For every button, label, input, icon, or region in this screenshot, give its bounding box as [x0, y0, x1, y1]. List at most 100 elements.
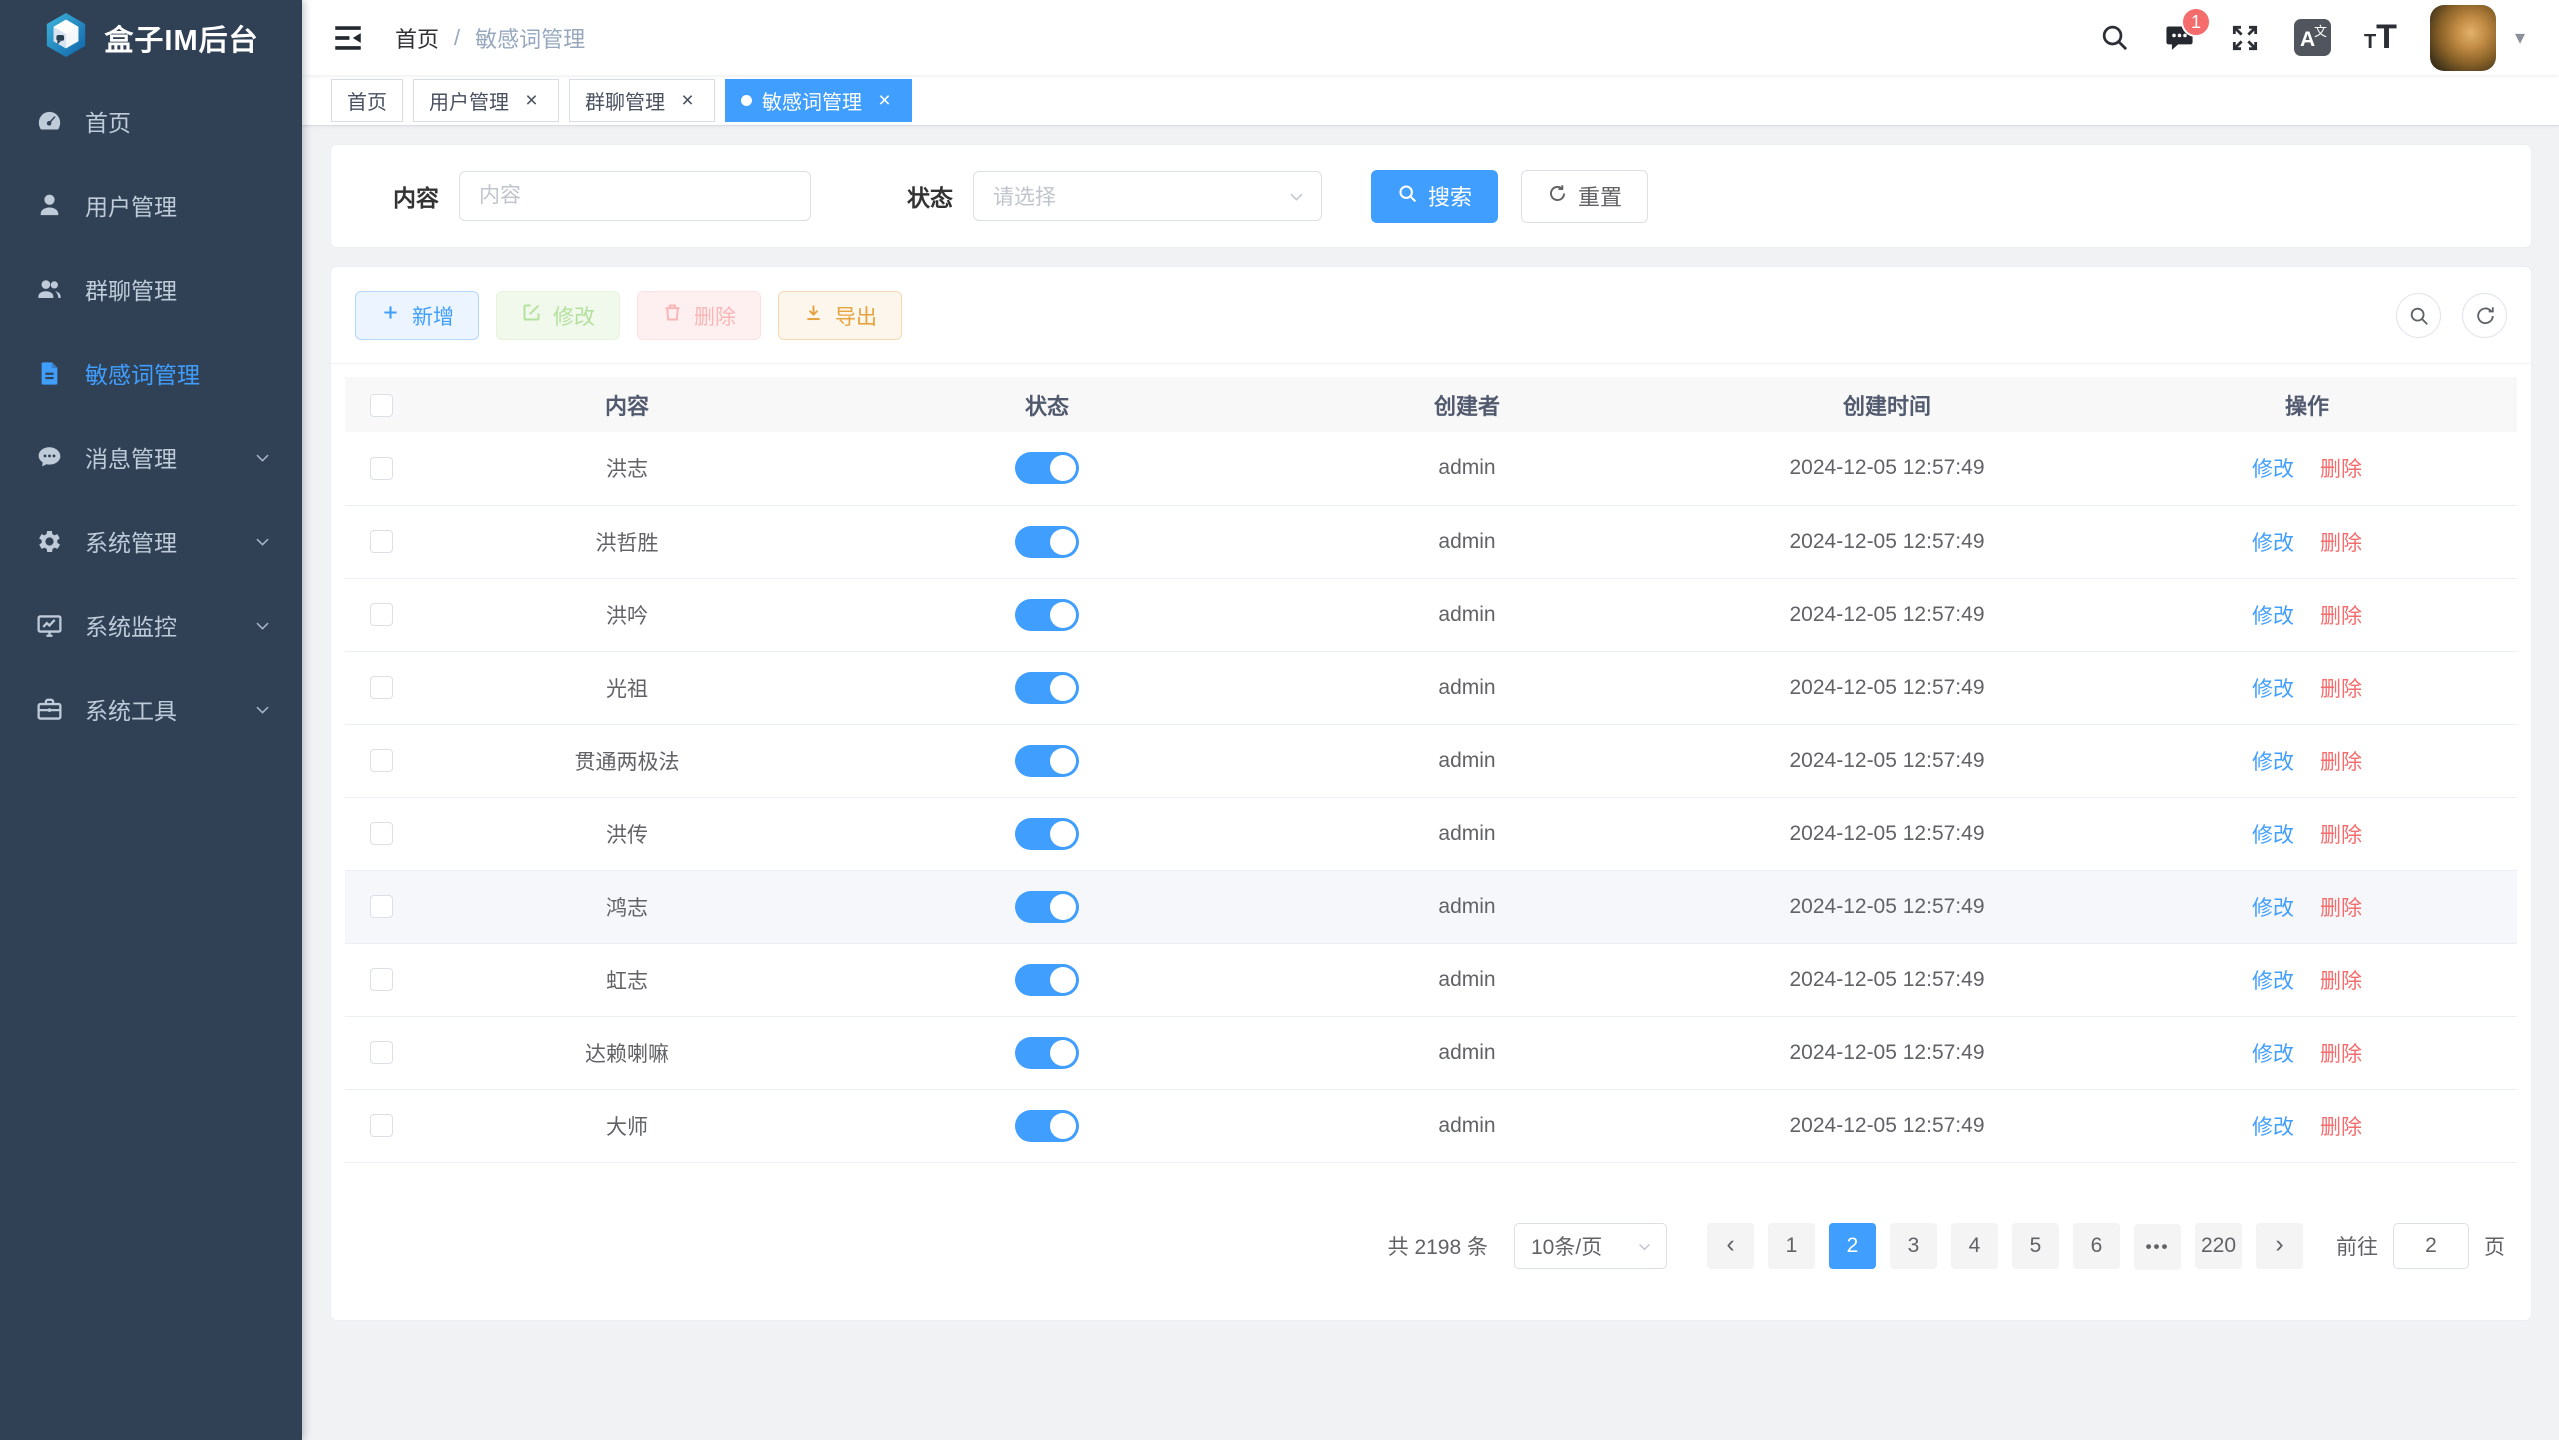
- sidebar-item-system-monitor[interactable]: 系统监控: [0, 583, 302, 667]
- users-icon: [34, 274, 64, 304]
- row-checkbox[interactable]: [370, 676, 393, 699]
- row-delete-link[interactable]: 删除: [2320, 458, 2362, 481]
- row-delete-link[interactable]: 删除: [2320, 1116, 2362, 1139]
- export-button[interactable]: 导出: [778, 291, 902, 340]
- status-toggle[interactable]: [1015, 818, 1079, 850]
- main-area: 首页 / 敏感词管理 1: [302, 0, 2559, 1440]
- status-toggle[interactable]: [1015, 599, 1079, 631]
- row-edit-link[interactable]: 修改: [2252, 897, 2294, 920]
- status-toggle[interactable]: [1015, 964, 1079, 996]
- row-checkbox[interactable]: [370, 457, 393, 480]
- reset-button[interactable]: 重置: [1521, 170, 1648, 223]
- close-icon[interactable]: ×: [676, 89, 699, 112]
- row-edit-link[interactable]: 修改: [2252, 458, 2294, 481]
- row-delete-link[interactable]: 删除: [2320, 897, 2362, 920]
- app-logo[interactable]: 盒子IM后台: [0, 0, 302, 75]
- row-delete-link[interactable]: 删除: [2320, 1043, 2362, 1066]
- status-toggle[interactable]: [1015, 526, 1079, 558]
- breadcrumb-home[interactable]: 首页: [395, 22, 439, 54]
- status-toggle[interactable]: [1015, 1110, 1079, 1142]
- page-button[interactable]: 6: [2073, 1223, 2120, 1269]
- sidebar-item-label: 系统监控: [85, 608, 177, 642]
- page-button[interactable]: 4: [1951, 1223, 1998, 1269]
- page-size-select[interactable]: 10条/页: [1514, 1223, 1667, 1269]
- add-button[interactable]: 新增: [355, 291, 479, 340]
- row-edit-link[interactable]: 修改: [2252, 605, 2294, 628]
- caret-down-icon[interactable]: ▾: [2515, 25, 2525, 50]
- status-select[interactable]: 请选择: [973, 171, 1322, 221]
- tab-home[interactable]: 首页: [331, 79, 403, 122]
- search-icon[interactable]: [2099, 22, 2130, 53]
- page-button[interactable]: 3: [1890, 1223, 1937, 1269]
- status-toggle[interactable]: [1015, 891, 1079, 923]
- prev-page-button[interactable]: ‹: [1707, 1223, 1754, 1269]
- delete-button[interactable]: 删除: [637, 291, 761, 340]
- row-edit-link[interactable]: 修改: [2252, 532, 2294, 555]
- row-delete-link[interactable]: 删除: [2320, 605, 2362, 628]
- sidebar-item-system-tools[interactable]: 系统工具: [0, 667, 302, 751]
- row-edit-link[interactable]: 修改: [2252, 751, 2294, 774]
- close-icon[interactable]: ×: [873, 89, 896, 112]
- cell-creator: admin: [1257, 870, 1677, 943]
- refresh-table-icon[interactable]: [2462, 293, 2507, 338]
- tab-user-management[interactable]: 用户管理×: [413, 79, 559, 122]
- show-search-icon[interactable]: [2396, 293, 2441, 338]
- next-page-button[interactable]: ›: [2256, 1223, 2303, 1269]
- row-delete-link[interactable]: 删除: [2320, 970, 2362, 993]
- page-button[interactable]: 5: [2012, 1223, 2059, 1269]
- language-icon[interactable]: A 文: [2294, 19, 2331, 56]
- fullscreen-icon[interactable]: [2229, 22, 2261, 54]
- row-edit-link[interactable]: 修改: [2252, 970, 2294, 993]
- row-checkbox[interactable]: [370, 603, 393, 626]
- tab-sensitive-words[interactable]: 敏感词管理×: [725, 79, 912, 122]
- cell-content: 洪志: [417, 432, 837, 505]
- sidebar-item-sensitive-words[interactable]: 敏感词管理: [0, 331, 302, 415]
- row-delete-link[interactable]: 删除: [2320, 751, 2362, 774]
- status-toggle[interactable]: [1015, 452, 1079, 484]
- row-checkbox[interactable]: [370, 1114, 393, 1137]
- row-checkbox[interactable]: [370, 822, 393, 845]
- row-delete-link[interactable]: 删除: [2320, 824, 2362, 847]
- row-edit-link[interactable]: 修改: [2252, 1116, 2294, 1139]
- avatar[interactable]: [2430, 5, 2496, 71]
- sidebar-item-group-chat-management[interactable]: 群聊管理: [0, 247, 302, 331]
- goto-page-input[interactable]: [2393, 1223, 2469, 1269]
- row-edit-link[interactable]: 修改: [2252, 824, 2294, 847]
- page-button[interactable]: 2: [1829, 1223, 1876, 1269]
- status-label: 状态: [907, 179, 953, 213]
- status-toggle[interactable]: [1015, 672, 1079, 704]
- row-checkbox[interactable]: [370, 1041, 393, 1064]
- font-size-icon[interactable]: TT: [2364, 23, 2397, 52]
- tab-group-chat-management[interactable]: 群聊管理×: [569, 79, 715, 122]
- page-button[interactable]: 1: [1768, 1223, 1815, 1269]
- top-navbar: 首页 / 敏感词管理 1: [302, 0, 2559, 75]
- message-icon[interactable]: 1: [2163, 21, 2196, 54]
- page-ellipsis-button[interactable]: •••: [2134, 1224, 2181, 1270]
- sidebar-collapse-icon[interactable]: [331, 21, 365, 55]
- row-checkbox[interactable]: [370, 895, 393, 918]
- row-delete-link[interactable]: 删除: [2320, 678, 2362, 701]
- content-input[interactable]: [459, 171, 811, 221]
- filter-card: 内容 状态 请选择: [330, 144, 2532, 248]
- page-button[interactable]: 220: [2195, 1223, 2242, 1269]
- row-edit-link[interactable]: 修改: [2252, 678, 2294, 701]
- edit-button[interactable]: 修改: [496, 291, 620, 340]
- close-icon[interactable]: ×: [520, 89, 543, 112]
- sidebar-item-system-management[interactable]: 系统管理: [0, 499, 302, 583]
- status-toggle[interactable]: [1015, 1037, 1079, 1069]
- sidebar-item-message-management[interactable]: 消息管理: [0, 415, 302, 499]
- row-delete-link[interactable]: 删除: [2320, 532, 2362, 555]
- select-all-checkbox[interactable]: [370, 394, 393, 417]
- search-button[interactable]: 搜索: [1371, 170, 1498, 223]
- sidebar-item-home[interactable]: 首页: [0, 79, 302, 163]
- status-toggle[interactable]: [1015, 745, 1079, 777]
- cell-created-at: 2024-12-05 12:57:49: [1677, 432, 2097, 505]
- row-checkbox[interactable]: [370, 749, 393, 772]
- sidebar-item-user-management[interactable]: 用户管理: [0, 163, 302, 247]
- table-row: 虹志admin2024-12-05 12:57:49修改删除: [345, 943, 2517, 1016]
- table-row: 洪吟admin2024-12-05 12:57:49修改删除: [345, 578, 2517, 651]
- row-checkbox[interactable]: [370, 530, 393, 553]
- row-edit-link[interactable]: 修改: [2252, 1043, 2294, 1066]
- row-checkbox[interactable]: [370, 968, 393, 991]
- content-label: 内容: [393, 179, 439, 213]
